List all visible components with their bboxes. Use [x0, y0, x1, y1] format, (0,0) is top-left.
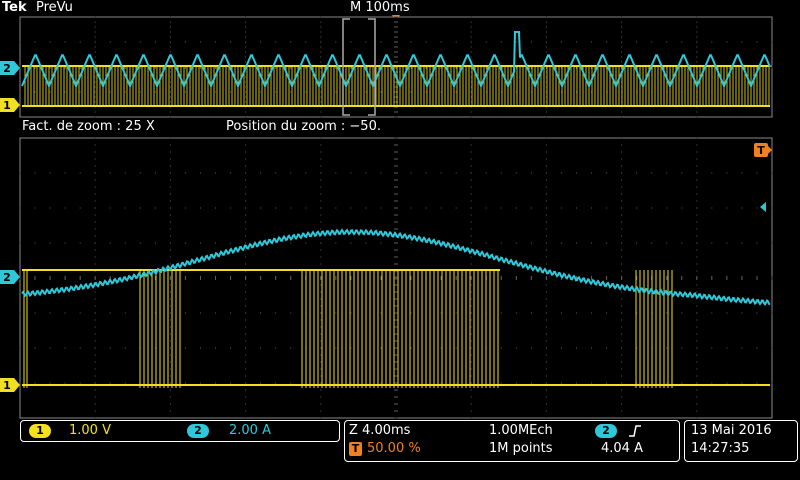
- date: 13 Mai 2016: [691, 423, 772, 438]
- trigger-pos-badge: T: [349, 442, 362, 456]
- ch2-marker-main[interactable]: 2: [0, 270, 20, 284]
- trigger-source-badge[interactable]: 2: [595, 424, 617, 438]
- svg-text:2: 2: [3, 271, 11, 284]
- datetime-panel: 13 Mai 2016 14:27:35: [684, 420, 798, 462]
- record-length[interactable]: 1M points: [489, 441, 553, 456]
- time: 14:27:35: [691, 441, 750, 456]
- acquisition-panel: Z 4.00ms T 50.00 % 1.00MEch 1M points 2 …: [344, 420, 680, 462]
- svg-text:1: 1: [3, 99, 11, 112]
- svg-text:2: 2: [3, 62, 11, 75]
- ch1-marker-overview[interactable]: 1: [0, 98, 20, 112]
- trigger-level[interactable]: 4.04 A: [601, 441, 643, 456]
- rising-edge-icon: [629, 425, 641, 437]
- svg-text:T: T: [757, 144, 765, 157]
- ch2-badge[interactable]: 2: [187, 424, 209, 438]
- zoom-position: Position du zoom : −50.: [226, 119, 381, 134]
- ch1-badge[interactable]: 1: [29, 424, 51, 438]
- ch1-scale[interactable]: 1.00 V: [69, 423, 111, 438]
- zoom-time-scale[interactable]: Z 4.00ms: [349, 423, 410, 438]
- trigger-position[interactable]: 50.00 %: [367, 441, 421, 456]
- channel-scale-panel: 1 1.00 V 2 2.00 A: [20, 420, 340, 442]
- zoom-factor: Fact. de zoom : 25 X: [22, 119, 155, 134]
- ch2-scale[interactable]: 2.00 A: [229, 423, 271, 438]
- ch1-marker-main[interactable]: 1: [0, 378, 20, 392]
- sample-rate: 1.00MEch: [489, 423, 553, 438]
- ch2-marker-overview[interactable]: 2: [0, 61, 20, 75]
- scope-display: T 2 1 2 1 T: [0, 15, 773, 419]
- svg-text:1: 1: [3, 379, 11, 392]
